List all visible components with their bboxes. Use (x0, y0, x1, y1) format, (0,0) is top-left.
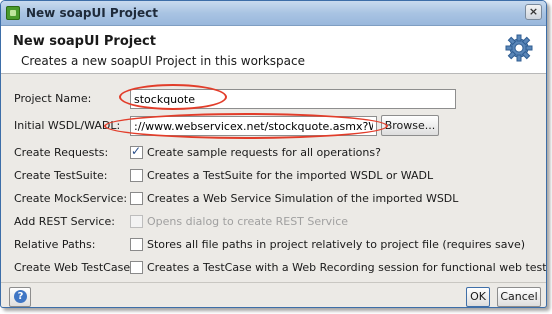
help-icon: ? (14, 290, 27, 303)
gear-icon (505, 34, 533, 62)
create-requests-row: Create Requests: Create sample requests … (1, 142, 546, 164)
wsdl-label: Initial WSDL/WADL: (14, 119, 121, 132)
create-testsuite-text: Creates a TestSuite for the imported WSD… (147, 169, 434, 182)
add-rest-service-text: Opens dialog to create REST Service (147, 215, 349, 228)
project-name-label: Project Name: (14, 92, 92, 105)
create-web-testcase-row: Create Web TestCase: Creates a TestCase … (1, 257, 546, 279)
dialog-footer: ? OK Cancel (1, 282, 546, 307)
soapui-app-icon (6, 6, 20, 20)
add-rest-service-label: Add REST Service: (14, 215, 115, 228)
add-rest-service-checkbox (130, 215, 143, 228)
cancel-button[interactable]: Cancel (497, 287, 541, 307)
relative-paths-checkbox[interactable] (130, 238, 143, 251)
create-mockservice-row: Create MockService: Creates a Web Servic… (1, 188, 546, 210)
relative-paths-row: Relative Paths: Stores all file paths in… (1, 234, 546, 256)
create-mockservice-text: Creates a Web Service Simulation of the … (147, 192, 459, 205)
add-rest-service-row: Add REST Service: Opens dialog to create… (1, 211, 546, 233)
relative-paths-text: Stores all file paths in project relativ… (147, 238, 526, 251)
create-web-testcase-label: Create Web TestCase: (14, 261, 134, 274)
create-testsuite-row: Create TestSuite: Creates a TestSuite fo… (1, 165, 546, 187)
close-button[interactable]: × (525, 4, 542, 20)
project-name-input[interactable] (130, 89, 456, 109)
dialog-header: New soapUI Project Creates a new soapUI … (1, 26, 546, 74)
browse-button[interactable]: Browse... (381, 115, 439, 136)
wsdl-row: Initial WSDL/WADL: Browse... (1, 115, 546, 137)
project-name-row: Project Name: (1, 88, 546, 110)
title-bar[interactable]: New soapUI Project × (1, 1, 546, 26)
header-description: Creates a new soapUI Project in this wor… (21, 54, 306, 68)
create-requests-text: Create sample requests for all operation… (147, 146, 381, 159)
new-project-dialog: New soapUI Project × New soapUI Project … (0, 0, 547, 308)
create-mockservice-label: Create MockService: (14, 192, 128, 205)
relative-paths-label: Relative Paths: (14, 238, 96, 251)
create-requests-label: Create Requests: (14, 146, 109, 159)
create-requests-checkbox[interactable] (130, 144, 143, 159)
create-web-testcase-checkbox[interactable] (130, 261, 143, 274)
help-button[interactable]: ? (9, 287, 31, 307)
create-mockservice-checkbox[interactable] (130, 192, 143, 205)
create-testsuite-label: Create TestSuite: (14, 169, 108, 182)
create-testsuite-checkbox[interactable] (130, 169, 143, 182)
ok-button[interactable]: OK (466, 287, 490, 307)
header-title: New soapUI Project (13, 34, 156, 49)
window-title: New soapUI Project (26, 6, 158, 20)
create-web-testcase-text: Creates a TestCase with a Web Recording … (147, 261, 547, 274)
wsdl-url-input[interactable] (130, 116, 377, 136)
